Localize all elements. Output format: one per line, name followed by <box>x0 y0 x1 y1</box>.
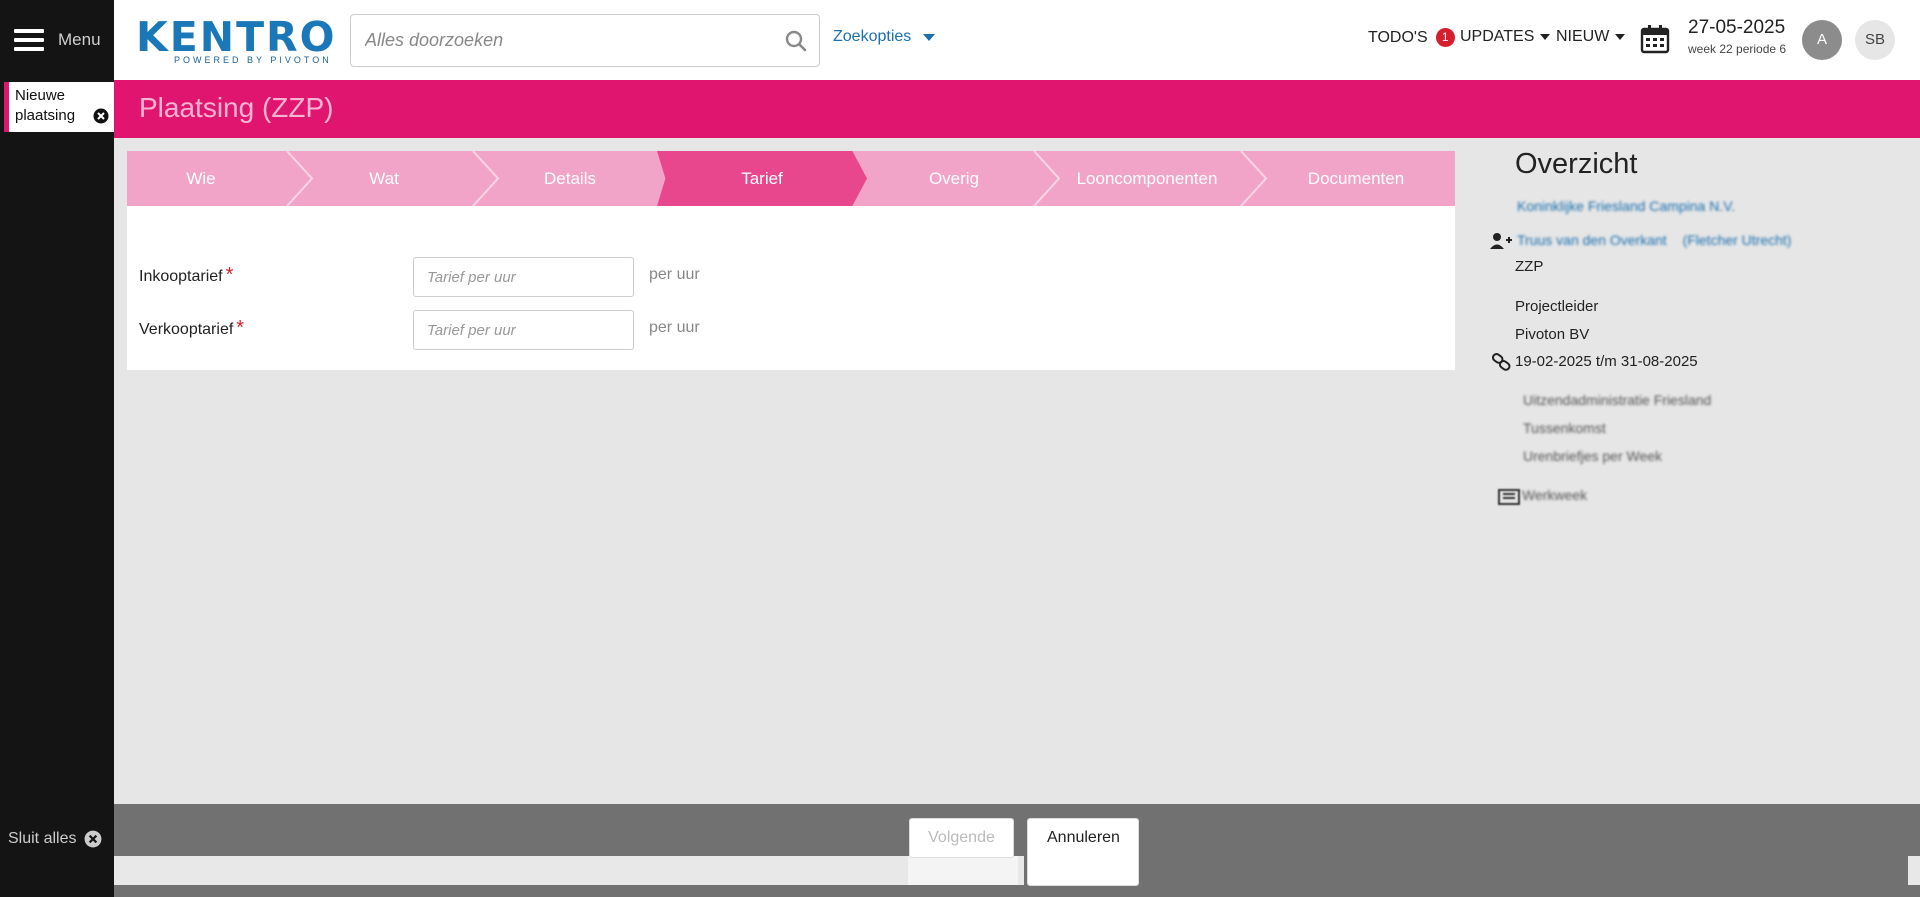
required-mark: * <box>236 317 245 339</box>
todos-label: TODO'S <box>1368 28 1428 46</box>
placement-period: 19-02-2025 t/m 31-08-2025 <box>1515 353 1698 370</box>
company-link[interactable]: Koninklijke Friesland Campina N.V. <box>1517 198 1735 214</box>
hamburger-icon <box>14 29 44 51</box>
menu-button[interactable]: Menu <box>0 0 114 80</box>
schedule-icon <box>1498 489 1520 505</box>
step-tarief-active[interactable]: Tarief <box>657 151 867 206</box>
verkooptarief-text: Verkooptarief <box>139 321 234 338</box>
employer: Pivoton BV <box>1515 326 1590 343</box>
scrollbar-end[interactable] <box>1908 856 1920 885</box>
caret-down-icon <box>1540 34 1551 40</box>
page-title-bar: Plaatsing (ZZP) <box>114 80 1920 138</box>
step-looncomponenten[interactable]: Looncomponenten <box>1047 151 1247 206</box>
person-link[interactable]: Truus van den Overkant (Fletcher Utrecht… <box>1517 232 1791 248</box>
sluit-alles-label: Sluit alles <box>8 830 77 847</box>
zoekopties-label: Zoekopties <box>833 28 912 45</box>
zoekopties-dropdown[interactable]: Zoekopties <box>833 28 936 46</box>
tab-label-line1: Nieuwe <box>15 87 66 104</box>
caret-down-icon <box>1615 34 1626 40</box>
step-documenten[interactable]: Documenten <box>1257 151 1455 206</box>
top-header: Menu KENTRO POWERED BY PIVOTON Zoekoptie… <box>0 0 1920 80</box>
info-line-1: Uitzendadministratie Friesland <box>1523 392 1712 408</box>
sluit-alles-button[interactable]: Sluit alles <box>8 830 102 848</box>
inkooptarief-input[interactable] <box>413 257 634 297</box>
annuleren-label: Annuleren <box>1047 829 1120 846</box>
horizontal-scrollbar[interactable] <box>114 856 1024 885</box>
menu-label: Menu <box>58 30 101 49</box>
verkooptarief-label: Verkooptarief * <box>139 317 244 340</box>
info-line-2: Tussenkomst <box>1523 420 1606 436</box>
scrollbar-thumb[interactable] <box>908 856 1018 885</box>
info-line-4: Werkweek <box>1522 487 1588 503</box>
current-date: 27-05-2025 <box>1688 17 1786 38</box>
bottom-action-bar: Volgende Annuleren <box>114 804 1920 897</box>
close-icon[interactable] <box>93 108 109 124</box>
avatar-sb[interactable]: SB <box>1855 20 1895 60</box>
verkooptarief-input[interactable] <box>413 310 634 350</box>
step-wat[interactable]: Wat <box>299 151 469 206</box>
week-period: week 22 periode 6 <box>1688 42 1787 56</box>
nieuw-label: NIEUW <box>1556 28 1610 45</box>
left-sidebar: Nieuwe plaatsing Sluit alles <box>0 80 114 897</box>
search-box <box>350 14 820 67</box>
required-mark: * <box>225 264 234 286</box>
todos-menu[interactable]: TODO'S 1 <box>1368 28 1461 47</box>
contract-type: ZZP <box>1515 258 1544 275</box>
wizard-steps: Wie Wat Details Tarief Overig Looncompon… <box>127 151 1455 206</box>
open-tab-nieuwe-plaatsing[interactable]: Nieuwe plaatsing <box>4 82 114 132</box>
verkooptarief-unit: per uur <box>649 319 700 336</box>
overzicht-title: Overzicht <box>1515 148 1638 180</box>
person-name: Truus van den Overkant <box>1517 232 1667 248</box>
avatar-a[interactable]: A <box>1802 20 1842 60</box>
inkooptarief-text: Inkooptarief <box>139 268 223 285</box>
chevron-down-icon <box>923 33 936 41</box>
role: Projectleider <box>1515 298 1599 315</box>
annuleren-button[interactable]: Annuleren <box>1027 818 1139 886</box>
inkooptarief-label: Inkooptarief * <box>139 264 233 287</box>
inkooptarief-unit: per uur <box>649 266 700 283</box>
person-note: (Fletcher Utrecht) <box>1682 232 1792 248</box>
calendar-icon[interactable] <box>1640 24 1670 54</box>
add-user-icon <box>1490 233 1512 249</box>
updates-label: UPDATES <box>1460 28 1535 45</box>
search-input[interactable] <box>351 15 773 66</box>
step-details[interactable]: Details <box>485 151 655 206</box>
todos-count-badge: 1 <box>1435 28 1455 47</box>
step-overig[interactable]: Overig <box>869 151 1039 206</box>
tarief-form: Inkooptarief* per uur Verkooptarief* per… <box>127 206 1455 370</box>
nieuw-menu[interactable]: NIEUW <box>1556 28 1626 46</box>
updates-menu[interactable]: UPDATES <box>1460 28 1551 46</box>
info-line-3: Urenbriefjes per Week <box>1523 448 1663 464</box>
link-icon <box>1492 353 1511 371</box>
kentro-logo[interactable]: KENTRO POWERED BY PIVOTON <box>136 13 340 65</box>
close-all-icon <box>85 830 102 848</box>
logo-text: KENTRO <box>136 13 337 61</box>
volgende-button[interactable]: Volgende <box>909 818 1014 858</box>
page-title: Plaatsing (ZZP) <box>139 92 334 123</box>
step-wie[interactable]: Wie <box>127 151 275 206</box>
search-icon[interactable] <box>773 18 819 64</box>
